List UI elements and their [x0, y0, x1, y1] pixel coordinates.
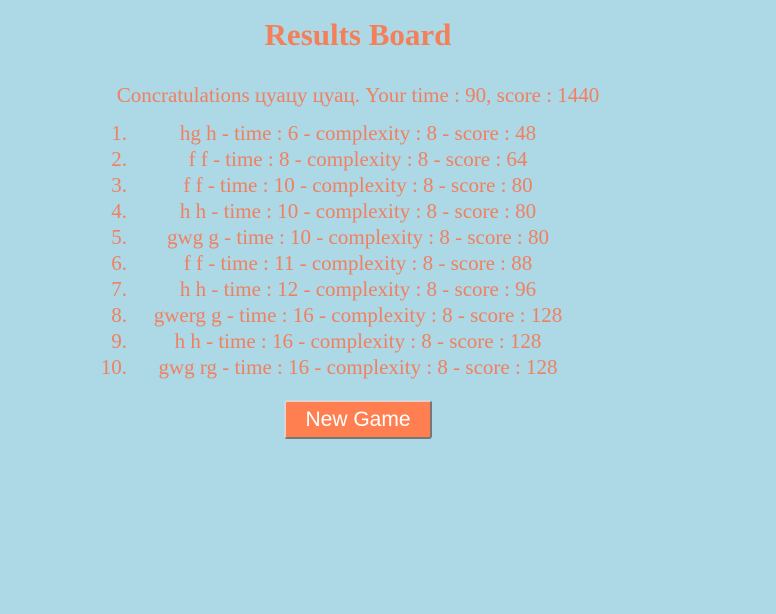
result-text: h h - time : 12 - complexity : 8 - score…: [179, 277, 537, 301]
result-row: 6. f f - time : 11 - complexity : 8 - sco…: [100, 250, 616, 276]
result-row: 3. f f - time : 10 - complexity : 8 - sco…: [100, 172, 616, 198]
result-row: 1. hg h - time : 6 - complexity : 8 - sco…: [100, 120, 616, 146]
result-text: hg h - time : 6 - complexity : 8 - score…: [179, 121, 537, 145]
result-row: 9. h h - time : 16 - complexity : 8 - sco…: [100, 328, 616, 354]
result-row: 2. f f - time : 8 - complexity : 8 - scor…: [100, 146, 616, 172]
result-row: 10. gwg rg - time : 16 - complexity : 8 -…: [100, 354, 616, 380]
result-row: 7. h h - time : 12 - complexity : 8 - sco…: [100, 276, 616, 302]
result-text: gwg g - time : 10 - complexity : 8 - sco…: [166, 225, 549, 249]
result-row: 5. gwg g - time : 10 - complexity : 8 - s…: [100, 224, 616, 250]
page-title: Results Board: [264, 17, 452, 52]
result-text: f f - time : 8 - complexity : 8 - score …: [188, 147, 528, 171]
result-text: gwerg g - time : 16 - complexity : 8 - s…: [153, 303, 563, 327]
result-row: 4. h h - time : 10 - complexity : 8 - sco…: [100, 198, 616, 224]
result-text: h h - time : 16 - complexity : 8 - score…: [174, 329, 542, 353]
result-text: f f - time : 11 - complexity : 8 - score…: [183, 251, 533, 275]
result-text: gwg rg - time : 16 - complexity : 8 - sc…: [158, 355, 558, 379]
result-row: 8. gwerg g - time : 16 - complexity : 8 -…: [100, 302, 616, 328]
result-text: h h - time : 10 - complexity : 8 - score…: [179, 199, 537, 223]
congratulations-message: Concratulations цуацу цуац. Your time : …: [116, 83, 600, 107]
result-text: f f - time : 10 - complexity : 8 - score…: [183, 173, 533, 197]
new-game-button[interactable]: New Game: [284, 400, 432, 439]
results-list: 1. hg h - time : 6 - complexity : 8 - sco…: [100, 120, 616, 380]
